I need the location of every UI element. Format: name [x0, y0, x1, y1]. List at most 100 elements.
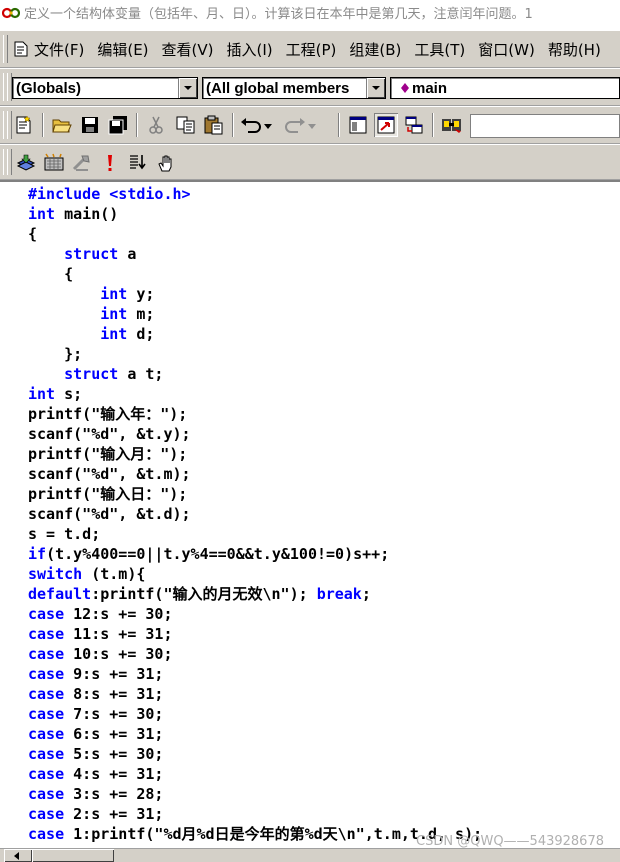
- execute-icon[interactable]: [98, 151, 122, 175]
- open-icon[interactable]: [50, 113, 74, 137]
- workspace-icon[interactable]: [12, 113, 36, 137]
- code-token: 2:s += 31;: [64, 805, 164, 823]
- code-token: scanf("%d", &t.m);: [28, 465, 191, 483]
- code-line[interactable]: scanf("%d", &t.d);: [28, 504, 482, 524]
- cut-icon[interactable]: [144, 113, 168, 137]
- code-line[interactable]: case 2:s += 31;: [28, 804, 482, 824]
- chevron-down-icon[interactable]: [366, 78, 385, 98]
- menu-file[interactable]: 文件(F): [34, 39, 84, 60]
- function-combo[interactable]: main: [390, 77, 620, 99]
- code-line[interactable]: int m;: [28, 304, 482, 324]
- code-line[interactable]: case 8:s += 31;: [28, 684, 482, 704]
- code-line[interactable]: scanf("%d", &t.m);: [28, 464, 482, 484]
- menu-view[interactable]: 查看(V): [162, 39, 214, 60]
- redo-icon[interactable]: [284, 113, 318, 137]
- code-token: d;: [127, 325, 155, 343]
- find-in-files-icon[interactable]: [440, 113, 464, 137]
- code-editor[interactable]: #include <stdio.h> int main(){ struct a {…: [0, 180, 620, 861]
- code-line[interactable]: if(t.y%400==0||t.y%4==0&&t.y&100!=0)s++;: [28, 544, 482, 564]
- code-keyword: case: [28, 785, 65, 803]
- code-line[interactable]: case 5:s += 30;: [28, 744, 482, 764]
- save-all-icon[interactable]: [106, 113, 130, 137]
- scroll-thumb[interactable]: [32, 849, 114, 862]
- code-line[interactable]: switch (t.m){: [28, 564, 482, 584]
- code-line[interactable]: struct a: [28, 244, 482, 264]
- document-icon[interactable]: [14, 41, 28, 57]
- code-line[interactable]: case 10:s += 30;: [28, 644, 482, 664]
- code-text[interactable]: #include <stdio.h> int main(){ struct a {…: [28, 184, 482, 844]
- stop-build-icon[interactable]: [70, 151, 94, 175]
- chevron-down-icon[interactable]: [178, 78, 197, 98]
- hand-icon[interactable]: [154, 151, 178, 175]
- code-line[interactable]: default:printf("输入的月无效\n"); break;: [28, 584, 482, 604]
- code-line[interactable]: s = t.d;: [28, 524, 482, 544]
- find-input[interactable]: [470, 114, 620, 138]
- code-keyword: break: [316, 585, 362, 603]
- code-keyword: default: [28, 585, 92, 603]
- code-keyword: int: [100, 325, 128, 343]
- code-line[interactable]: case 1:printf("%d月%d日是今年的第%d天\n",t.m,t.d…: [28, 824, 482, 844]
- code-token: s;: [55, 385, 83, 403]
- code-token: 12:s += 30;: [64, 605, 173, 623]
- code-line[interactable]: {: [28, 264, 482, 284]
- code-line[interactable]: case 6:s += 31;: [28, 724, 482, 744]
- code-token: m;: [127, 305, 155, 323]
- compile-icon[interactable]: [14, 151, 38, 175]
- menu-edit[interactable]: 编辑(E): [97, 39, 148, 60]
- code-line[interactable]: {: [28, 224, 482, 244]
- workspace-window-icon[interactable]: [346, 113, 370, 137]
- save-icon[interactable]: [78, 113, 102, 137]
- code-keyword: case: [28, 605, 65, 623]
- code-line[interactable]: printf("输入月：");: [28, 444, 482, 464]
- toolbar-grip[interactable]: [3, 35, 8, 63]
- code-token: printf("输入年：");: [28, 405, 188, 423]
- scope-combo[interactable]: (Globals): [12, 77, 198, 99]
- code-keyword: #include <stdio.h>: [28, 185, 191, 203]
- code-token: 6:s += 31;: [64, 725, 164, 743]
- window-list-icon[interactable]: [402, 113, 426, 137]
- code-line[interactable]: case 3:s += 28;: [28, 784, 482, 804]
- toolbar-grip[interactable]: [7, 149, 12, 175]
- code-line[interactable]: case 4:s += 31;: [28, 764, 482, 784]
- code-line[interactable]: case 9:s += 31;: [28, 664, 482, 684]
- code-line[interactable]: struct a t;: [28, 364, 482, 384]
- code-line[interactable]: };: [28, 344, 482, 364]
- output-window-icon[interactable]: [374, 113, 398, 137]
- members-combo[interactable]: (All global members: [202, 77, 386, 99]
- menu-tools[interactable]: 工具(T): [414, 39, 465, 60]
- code-keyword: int: [28, 205, 56, 223]
- code-line[interactable]: int s;: [28, 384, 482, 404]
- menu-insert[interactable]: 插入(I): [227, 39, 273, 60]
- copy-icon[interactable]: [174, 113, 198, 137]
- code-line[interactable]: case 7:s += 30;: [28, 704, 482, 724]
- build-icon[interactable]: [42, 151, 66, 175]
- code-token: main(): [55, 205, 119, 223]
- code-line[interactable]: case 11:s += 31;: [28, 624, 482, 644]
- code-keyword: case: [28, 765, 65, 783]
- code-keyword: case: [28, 685, 65, 703]
- code-keyword: switch: [28, 565, 83, 583]
- menu-bar: 文件(F) 编辑(E) 查看(V) 插入(I) 工程(P) 组建(B) 工具(T…: [0, 30, 620, 68]
- function-diamond-icon: [401, 83, 409, 93]
- menu-project[interactable]: 工程(P): [286, 39, 337, 60]
- code-line[interactable]: int main(): [28, 204, 482, 224]
- code-line[interactable]: case 12:s += 30;: [28, 604, 482, 624]
- toolbar-separator: [432, 113, 434, 137]
- menu-window[interactable]: 窗口(W): [478, 39, 535, 60]
- menu-help[interactable]: 帮助(H): [548, 39, 601, 60]
- code-line[interactable]: printf("输入年：");: [28, 404, 482, 424]
- code-line[interactable]: #include <stdio.h>: [28, 184, 482, 204]
- paste-icon[interactable]: [202, 113, 226, 137]
- scroll-left-icon[interactable]: [4, 849, 32, 862]
- code-line[interactable]: int d;: [28, 324, 482, 344]
- code-line[interactable]: printf("输入日：");: [28, 484, 482, 504]
- horizontal-scrollbar[interactable]: [0, 848, 620, 862]
- code-token: 10:s += 30;: [64, 645, 173, 663]
- go-icon[interactable]: [126, 151, 150, 175]
- code-token: {: [28, 265, 74, 283]
- code-line[interactable]: scanf("%d", &t.y);: [28, 424, 482, 444]
- undo-icon[interactable]: [240, 113, 274, 137]
- menu-build[interactable]: 组建(B): [349, 39, 401, 60]
- code-line[interactable]: int y;: [28, 284, 482, 304]
